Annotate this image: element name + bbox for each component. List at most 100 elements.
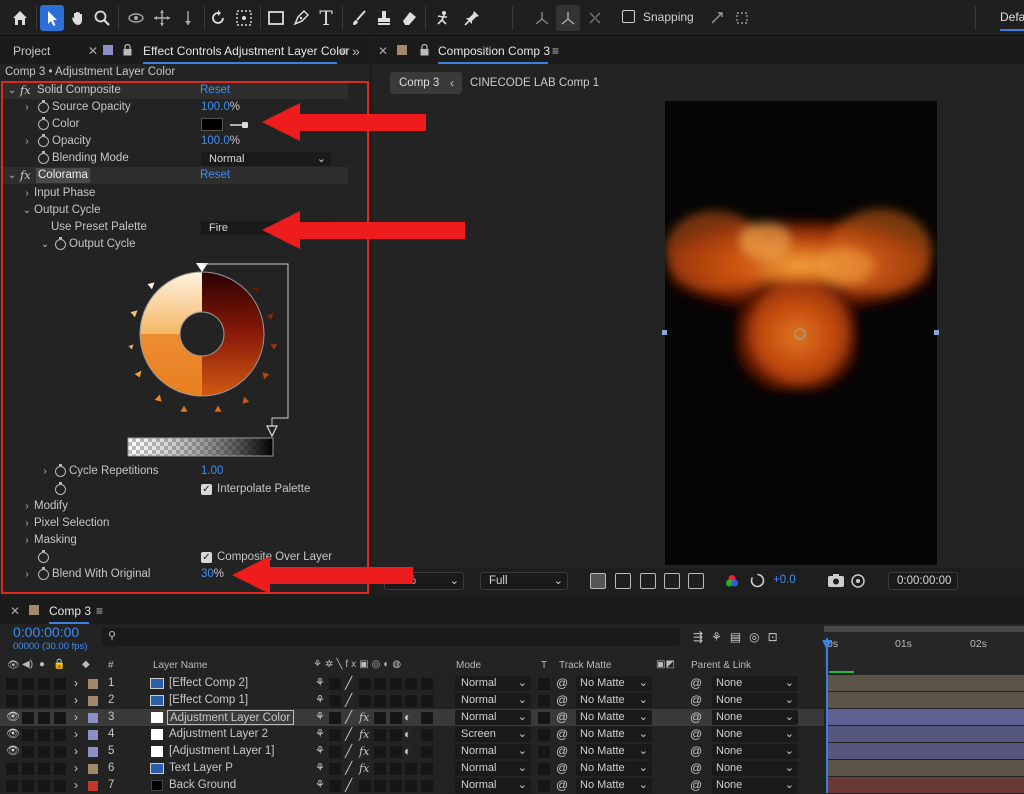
parent-dropdown[interactable]: None ⌄ <box>712 693 798 708</box>
parent-dropdown[interactable]: None ⌄ <box>712 761 798 776</box>
effect-colorama[interactable]: ⌄ fx Colorama Reset <box>3 167 348 184</box>
transparency-grid-icon[interactable] <box>615 573 631 589</box>
adjustment-switch[interactable] <box>405 780 417 792</box>
shy-switch-icon[interactable]: ⚘ <box>315 760 325 777</box>
stopwatch-icon[interactable] <box>55 237 66 250</box>
roto-brush-icon[interactable] <box>430 5 454 31</box>
fx-switch[interactable] <box>359 678 371 690</box>
label-color[interactable] <box>88 679 98 689</box>
parent-pick-whip-icon[interactable]: @ <box>690 675 702 692</box>
fast-previews-icon[interactable] <box>590 573 606 589</box>
switch-collapse[interactable] <box>329 678 341 690</box>
fx-switch[interactable] <box>359 695 371 707</box>
visibility-toggle[interactable] <box>6 695 18 707</box>
preset-palette-dropdown[interactable]: Fire <box>201 221 331 235</box>
audio-toggle[interactable] <box>22 780 34 792</box>
interpolate-palette-checkbox[interactable]: ✓ <box>201 484 212 495</box>
solo-toggle[interactable] <box>38 763 50 775</box>
playhead[interactable] <box>826 638 828 793</box>
chevron-right-icon[interactable]: › <box>74 726 78 743</box>
blending-mode-dropdown[interactable]: Normal ⌄ <box>201 152 331 166</box>
layer-duration-bar[interactable] <box>828 675 1024 691</box>
chevron-right-icon[interactable]: › <box>74 675 78 692</box>
reset-button[interactable]: Reset <box>200 167 230 184</box>
group-modify[interactable]: › Modify <box>3 498 348 515</box>
pick-whip-icon[interactable]: @ <box>556 777 568 794</box>
viewer-timecode[interactable]: 0:00:00:00 <box>888 572 958 590</box>
solo-toggle[interactable] <box>38 678 50 690</box>
motion-blur-switch[interactable] <box>390 712 402 724</box>
track-matte-dropdown[interactable]: No Matte ⌄ <box>576 727 652 742</box>
track-matte-dropdown[interactable]: No Matte ⌄ <box>576 710 652 725</box>
eyedropper-icon[interactable] <box>228 119 250 131</box>
3d-switch[interactable] <box>421 746 433 758</box>
adjustment-layer-icon[interactable]: ◐ <box>404 709 411 726</box>
label-color[interactable] <box>88 713 98 723</box>
shy-switch-icon[interactable]: ⚘ <box>315 726 325 743</box>
effect-solid-composite[interactable]: ⌄ fx Solid Composite Reset <box>3 82 348 99</box>
stopwatch-icon[interactable] <box>38 151 49 164</box>
audio-toggle[interactable] <box>22 712 34 724</box>
adjustment-layer-icon[interactable]: ◐ <box>404 743 411 760</box>
puppet-pin-icon[interactable] <box>460 5 484 31</box>
3d-switch[interactable] <box>421 780 433 792</box>
parent-dropdown[interactable]: None ⌄ <box>712 744 798 759</box>
layer-row[interactable]: › 1 [Effect Comp 2] ⚘ ╱ Normal ⌄ @ No Matte ⌄ @ Non… <box>0 675 824 692</box>
pick-whip-icon[interactable]: @ <box>556 760 568 777</box>
lock-toggle[interactable] <box>54 746 66 758</box>
frame-blend-switch[interactable] <box>374 780 386 792</box>
stopwatch-icon[interactable] <box>38 100 49 113</box>
shy-switch-icon[interactable]: ⚘ <box>315 709 325 726</box>
fx-icon[interactable]: fx <box>20 82 31 99</box>
pick-whip-icon[interactable]: @ <box>556 709 568 726</box>
layer-duration-bar[interactable] <box>828 692 1024 708</box>
quality-switch-icon[interactable]: ╱ <box>345 760 352 777</box>
3d-switch[interactable] <box>421 695 433 707</box>
chevron-right-icon[interactable]: › <box>74 777 78 794</box>
chevron-right-icon[interactable]: › <box>74 743 78 760</box>
solo-toggle[interactable] <box>38 695 50 707</box>
stopwatch-icon[interactable] <box>38 117 49 130</box>
layer-duration-bar[interactable] <box>828 777 1024 793</box>
motion-blur-switch[interactable] <box>390 746 402 758</box>
adjustment-switch[interactable] <box>405 678 417 690</box>
motion-blur-switch[interactable] <box>390 763 402 775</box>
local-axis-icon[interactable] <box>530 5 554 31</box>
pan-camera-icon[interactable] <box>150 5 174 31</box>
orbit-camera-icon[interactable] <box>124 5 148 31</box>
breadcrumb-other-comp[interactable]: CINECODE LAB Comp 1 <box>470 72 599 94</box>
parent-pick-whip-icon[interactable]: @ <box>690 777 702 794</box>
tab-project[interactable]: Project <box>13 38 50 64</box>
layer-name[interactable]: Text Layer P <box>167 761 233 776</box>
stopwatch-icon[interactable] <box>55 482 66 495</box>
reset-button[interactable]: Reset <box>200 82 230 99</box>
source-opacity-value[interactable]: 100.0% <box>201 99 240 116</box>
shy-switch-icon[interactable]: ⚘ <box>315 743 325 760</box>
parent-dropdown[interactable]: None ⌄ <box>712 676 798 691</box>
preserve-transparency[interactable] <box>538 678 550 690</box>
switch-collapse[interactable] <box>329 712 341 724</box>
stopwatch-icon[interactable] <box>55 464 66 477</box>
fx-icon[interactable]: fx <box>359 709 369 726</box>
composition-canvas[interactable] <box>665 101 937 565</box>
fx-switch[interactable] <box>359 780 371 792</box>
layer-name[interactable]: Back Ground <box>167 778 236 793</box>
layer-row[interactable]: › 7 Back Ground ⚘ ╱ Normal ⌄ @ No Matte ⌄ @ None ⌄ <box>0 777 824 794</box>
chevron-right-double-icon[interactable]: » <box>352 38 360 64</box>
mode-dropdown[interactable]: Normal ⌄ <box>455 778 531 793</box>
adjustment-switch[interactable] <box>405 763 417 775</box>
eye-icon[interactable]: 👁 <box>6 709 20 726</box>
parent-pick-whip-icon[interactable]: @ <box>690 726 702 743</box>
frame-blend-switch[interactable] <box>374 729 386 741</box>
layer-name[interactable]: Adjustment Layer Color <box>167 710 295 725</box>
3d-switch[interactable] <box>421 712 433 724</box>
channel-icon[interactable] <box>725 574 739 588</box>
motion-blur-switch[interactable] <box>390 729 402 741</box>
mode-dropdown[interactable]: Normal ⌄ <box>455 676 531 691</box>
chevron-right-icon[interactable]: › <box>74 692 78 709</box>
pen-tool-icon[interactable] <box>289 5 313 31</box>
chevron-right-icon[interactable]: › <box>22 99 32 116</box>
lock-toggle[interactable] <box>54 712 66 724</box>
layer-row[interactable]: 👁 › 5 [Adjustment Layer 1] ⚘ ╱ fx ◐ Normal ⌄ @ No M… <box>0 743 824 760</box>
motion-blur-switch[interactable] <box>390 695 402 707</box>
